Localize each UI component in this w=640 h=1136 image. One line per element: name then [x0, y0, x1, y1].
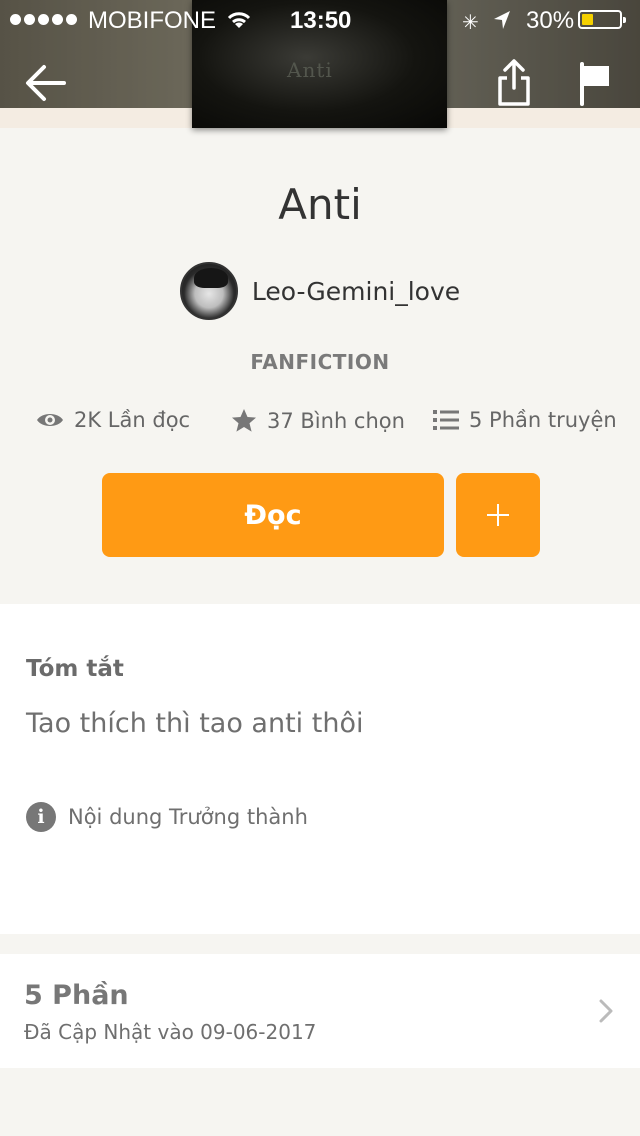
back-arrow-icon[interactable] [24, 62, 68, 104]
author-name[interactable]: Leo-Gemini_love [252, 277, 460, 306]
share-icon[interactable] [496, 58, 532, 108]
star-icon [232, 409, 256, 432]
votes-count: 37 Bình chọn [267, 408, 405, 433]
wifi-icon [227, 12, 251, 28]
story-title: Anti [278, 180, 362, 229]
status-bar: MOBIFONE 13:50 ✳ 30% [0, 0, 640, 40]
info-icon: i [26, 802, 56, 832]
activity-spinner-icon: ✳ [462, 12, 479, 34]
add-to-library-button[interactable] [456, 473, 540, 557]
parts-count-stat: 5 Phần truyện [469, 408, 617, 432]
carrier-name: MOBIFONE [88, 7, 217, 34]
parts-count: 5 Phần [24, 980, 129, 1011]
battery-level-fill [582, 14, 593, 25]
author-avatar[interactable] [179, 262, 238, 320]
parts-row[interactable]: 5 Phần Đã Cập Nhật vào 09-06-2017 [0, 954, 640, 1068]
list-icon [433, 410, 459, 430]
mature-content-notice: i Nội dung Trưởng thành [26, 802, 308, 832]
reads-stat: 2K Lần đọc [36, 408, 190, 432]
parts-stat: 5 Phần truyện [433, 408, 617, 432]
summary-heading: Tóm tắt [26, 656, 124, 682]
story-category[interactable]: FANFICTION [0, 350, 640, 374]
battery-icon [578, 10, 626, 29]
summary-text: Tao thích thì tao anti thôi [26, 708, 364, 739]
chevron-right-icon [599, 999, 613, 1023]
clock: 13:50 [290, 7, 352, 34]
author-row[interactable]: Leo-Gemini_love [0, 262, 640, 320]
signal-strength-icon [10, 14, 77, 25]
battery-percentage: 30% [526, 7, 575, 34]
votes-stat: 37 Bình chọn [231, 408, 405, 433]
flag-icon[interactable] [578, 62, 612, 106]
summary-card: Tóm tắt Tao thích thì tao anti thôi i Nộ… [0, 604, 640, 934]
last-updated: Đã Cập Nhật vào 09-06-2017 [24, 1020, 317, 1044]
cover-text: Anti [287, 58, 333, 82]
read-button[interactable]: Đọc [102, 473, 444, 557]
eye-icon [37, 414, 63, 426]
reads-count: 2K Lần đọc [74, 408, 191, 432]
location-arrow-icon [494, 11, 510, 29]
mature-content-label: Nội dung Trưởng thành [68, 805, 308, 829]
